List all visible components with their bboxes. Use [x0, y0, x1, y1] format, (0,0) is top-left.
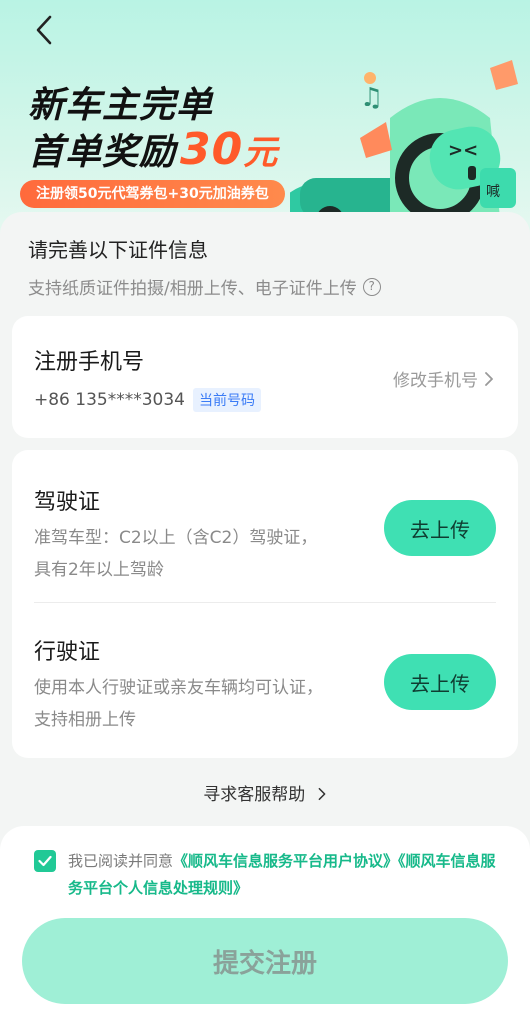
customer-service-label: 寻求客服帮助 — [203, 785, 306, 805]
checkmark-icon — [38, 855, 52, 867]
headline-amount: 30 — [180, 124, 244, 175]
vehicle-license-title: 行驶证 — [34, 640, 101, 665]
svg-text:喊: 喊 — [486, 184, 500, 200]
headline-unit: 元 — [243, 133, 279, 173]
driver-license-upload-button[interactable]: 去上传 — [384, 500, 496, 556]
svg-text:><: >< — [448, 140, 478, 161]
agreement-prefix: 我已阅读并同意 — [68, 852, 174, 870]
headline-line2-prefix: 首单奖励 — [28, 132, 177, 173]
phone-number: +86 135****3034 — [34, 390, 185, 410]
driver-license-row: 驾驶证 准驾车型：C2以上（含C2）驾驶证，具有2年以上驾龄 去上传 — [12, 450, 518, 603]
back-button[interactable] — [26, 12, 62, 48]
promo-headline: 新车主完单 首单奖励 30 元 — [28, 84, 278, 175]
main-content: 请完善以下证件信息 支持纸质证件拍摄/相册上传、电子证件上传 ? 注册手机号 +… — [0, 212, 530, 832]
divider — [34, 602, 496, 603]
phone-number-row: +86 135****3034 当前号码 — [34, 388, 261, 412]
license-card: 驾驶证 准驾车型：C2以上（含C2）驾驶证，具有2年以上驾龄 去上传 行驶证 使… — [12, 450, 518, 758]
svg-text:♫: ♫ — [360, 83, 383, 113]
section-subtitle: 支持纸质证件拍摄/相册上传、电子证件上传 ? — [28, 274, 381, 299]
customer-service-link[interactable]: 寻求客服帮助 — [0, 780, 530, 805]
phone-card-title: 注册手机号 — [34, 350, 145, 375]
user-agreement-link[interactable]: 《顺风车信息服务平台用户协议》 — [173, 852, 398, 870]
promo-banner: >< 喊 ♫ 新车主完单 首单奖励 30 元 注册领50元代驾券包+30元加油券… — [0, 0, 530, 240]
vehicle-license-upload-button[interactable]: 去上传 — [384, 654, 496, 710]
agreement-checkbox[interactable] — [34, 850, 56, 872]
chevron-left-icon — [36, 15, 52, 45]
agreement-text: 我已阅读并同意《顺风车信息服务平台用户协议》《顺风车信息服务平台个人信息处理规则… — [68, 848, 498, 902]
current-number-badge: 当前号码 — [193, 388, 261, 412]
mascot-car-illustration: >< 喊 ♫ — [290, 60, 518, 228]
modify-phone-label: 修改手机号 — [393, 371, 478, 391]
chevron-right-icon — [485, 371, 493, 386]
question-circle-icon[interactable]: ? — [362, 277, 381, 296]
vehicle-license-description: 使用本人行驶证或亲友车辆均可认证，支持相册上传 — [34, 678, 323, 730]
submit-registration-button[interactable]: 提交注册 — [22, 918, 508, 1004]
driver-license-description: 准驾车型：C2以上（含C2）驾驶证，具有2年以上驾龄 — [34, 528, 318, 580]
phone-card: 注册手机号 +86 135****3034 当前号码 修改手机号 — [12, 316, 518, 438]
section-subtitle-text: 支持纸质证件拍摄/相册上传、电子证件上传 — [28, 279, 357, 299]
footer-panel: 我已阅读并同意《顺风车信息服务平台用户协议》《顺风车信息服务平台个人信息处理规则… — [0, 826, 530, 1024]
headline-line1: 新车主完单 — [28, 85, 214, 126]
section-title: 请完善以下证件信息 — [28, 238, 208, 262]
modify-phone-link[interactable]: 修改手机号 — [393, 366, 494, 391]
promo-pill: 注册领50元代驾券包+30元加油券包 — [20, 180, 285, 208]
vehicle-license-row: 行驶证 使用本人行驶证或亲友车辆均可认证，支持相册上传 去上传 — [12, 604, 518, 754]
driver-license-title: 驾驶证 — [34, 490, 101, 515]
chevron-right-icon — [318, 787, 326, 801]
